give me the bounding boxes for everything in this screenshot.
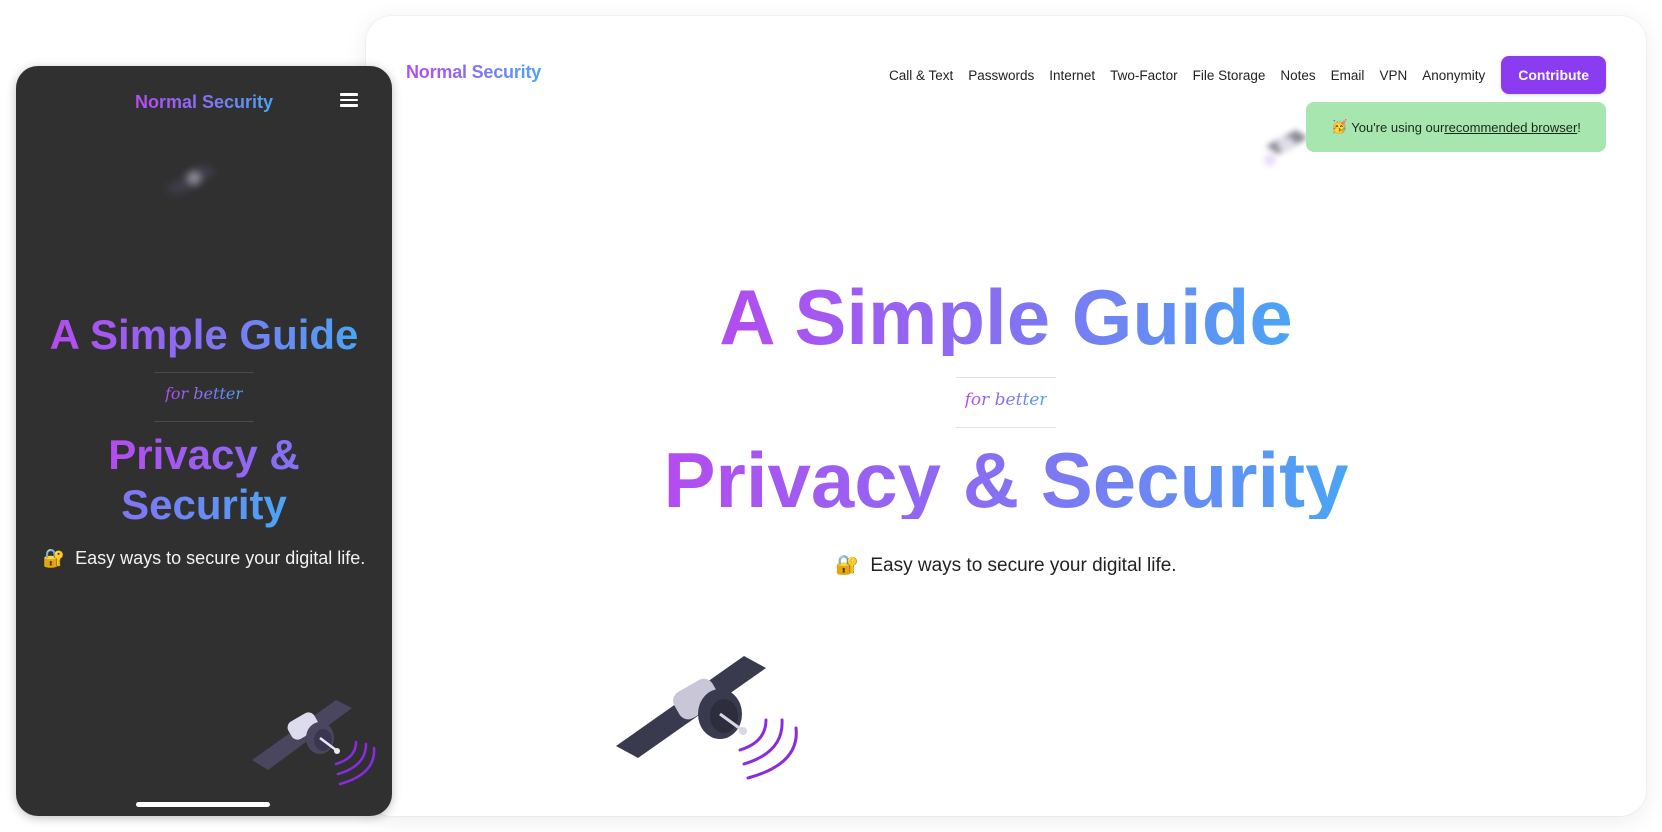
divider [956, 377, 1056, 378]
nav-link-two-factor[interactable]: Two-Factor [1110, 68, 1178, 83]
desktop-window: Normal Security Call & Text Passwords In… [366, 16, 1646, 816]
party-icon: 🥳 [1331, 119, 1348, 134]
satellite-illustration-icon [252, 698, 382, 803]
hero-for-better: for better [964, 390, 1048, 410]
satellite-illustration-icon [616, 654, 806, 799]
toast-prefix: You're using our [1351, 119, 1445, 135]
home-indicator[interactable] [136, 802, 270, 807]
nav-link-notes[interactable]: Notes [1280, 68, 1315, 83]
toast-suffix: ! [1577, 119, 1581, 135]
hero-title-line2: Privacy & Security [663, 436, 1349, 524]
mobile-window: Normal Security A Simple Guide for bette… [16, 66, 392, 816]
lock-key-icon: 🔐 [42, 548, 66, 568]
contribute-button[interactable]: Contribute [1501, 56, 1606, 94]
hero-title-line1: A Simple Guide [719, 273, 1293, 361]
browser-toast: 🥳 You're using our recommended browser ! [1306, 102, 1606, 152]
mobile-site-logo[interactable]: Normal Security [16, 92, 392, 113]
satellite-blur-icon [156, 154, 236, 209]
lock-key-icon: 🔐 [835, 555, 860, 576]
site-logo[interactable]: Normal Security [406, 62, 541, 83]
nav-link-call-text[interactable]: Call & Text [889, 68, 953, 83]
nav-link-vpn[interactable]: VPN [1379, 68, 1407, 83]
nav-link-email[interactable]: Email [1331, 68, 1365, 83]
recommended-browser-link[interactable]: recommended browser [1444, 120, 1577, 135]
hamburger-menu-icon[interactable] [340, 93, 358, 110]
mobile-hero-title-line1: A Simple Guide [49, 311, 359, 358]
mobile-hero-title-line2: Privacy & Security [108, 431, 300, 528]
nav-link-internet[interactable]: Internet [1049, 68, 1095, 83]
mobile-hero-for-better: for better [165, 384, 243, 403]
nav-link-anonymity[interactable]: Anonymity [1422, 68, 1485, 83]
divider [154, 372, 254, 373]
hero-subtitle: 🔐 Easy ways to secure your digital life. [835, 555, 1177, 576]
nav-link-passwords[interactable]: Passwords [968, 68, 1034, 83]
divider [154, 421, 254, 422]
main-nav: Call & Text Passwords Internet Two-Facto… [874, 56, 1606, 94]
mobile-hero-subtitle: 🔐 Easy ways to secure your digital life. [42, 548, 366, 568]
nav-link-file-storage[interactable]: File Storage [1193, 68, 1266, 83]
divider [956, 427, 1056, 428]
